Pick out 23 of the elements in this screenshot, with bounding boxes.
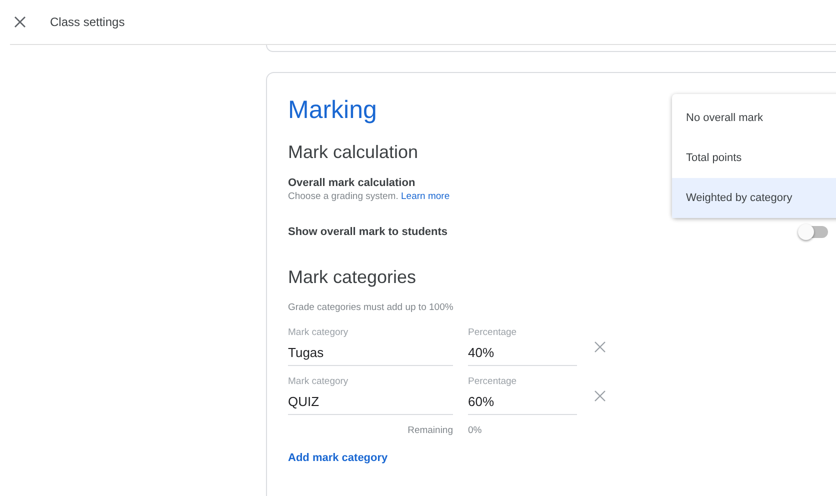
close-icon[interactable]: [14, 16, 26, 28]
menu-option[interactable]: No overall mark: [672, 98, 836, 138]
menu-option[interactable]: Weighted by category: [672, 178, 836, 218]
remaining-label: Remaining: [406, 425, 453, 436]
setting-hint: Choose a grading system.: [288, 191, 398, 202]
subsection-title: Mark calculation: [288, 141, 418, 163]
toggle-switch[interactable]: [800, 226, 828, 238]
page-title: Class settings: [50, 15, 125, 29]
subsection-title: Mark categories: [288, 266, 416, 288]
setting-label: Show overall mark to students: [288, 226, 448, 238]
percentage-field[interactable]: Percentage 40%: [468, 327, 577, 366]
category-name-field[interactable]: Mark category Tugas: [288, 327, 453, 366]
percentage-field[interactable]: Percentage 60%: [468, 376, 577, 415]
menu-option[interactable]: Total points: [672, 138, 836, 178]
learn-more-link[interactable]: Learn more: [401, 191, 450, 202]
section-title: Marking: [288, 95, 377, 125]
setting-label: Overall mark calculation: [288, 177, 416, 189]
remaining-value: 0%: [468, 425, 482, 436]
remove-icon[interactable]: [594, 340, 606, 352]
remove-icon[interactable]: [594, 390, 606, 402]
categories-hint: Grade categories must add up to 100%: [288, 302, 454, 313]
category-name-field[interactable]: Mark category QUIZ: [288, 376, 453, 415]
add-category-link[interactable]: Add mark category: [288, 452, 388, 464]
